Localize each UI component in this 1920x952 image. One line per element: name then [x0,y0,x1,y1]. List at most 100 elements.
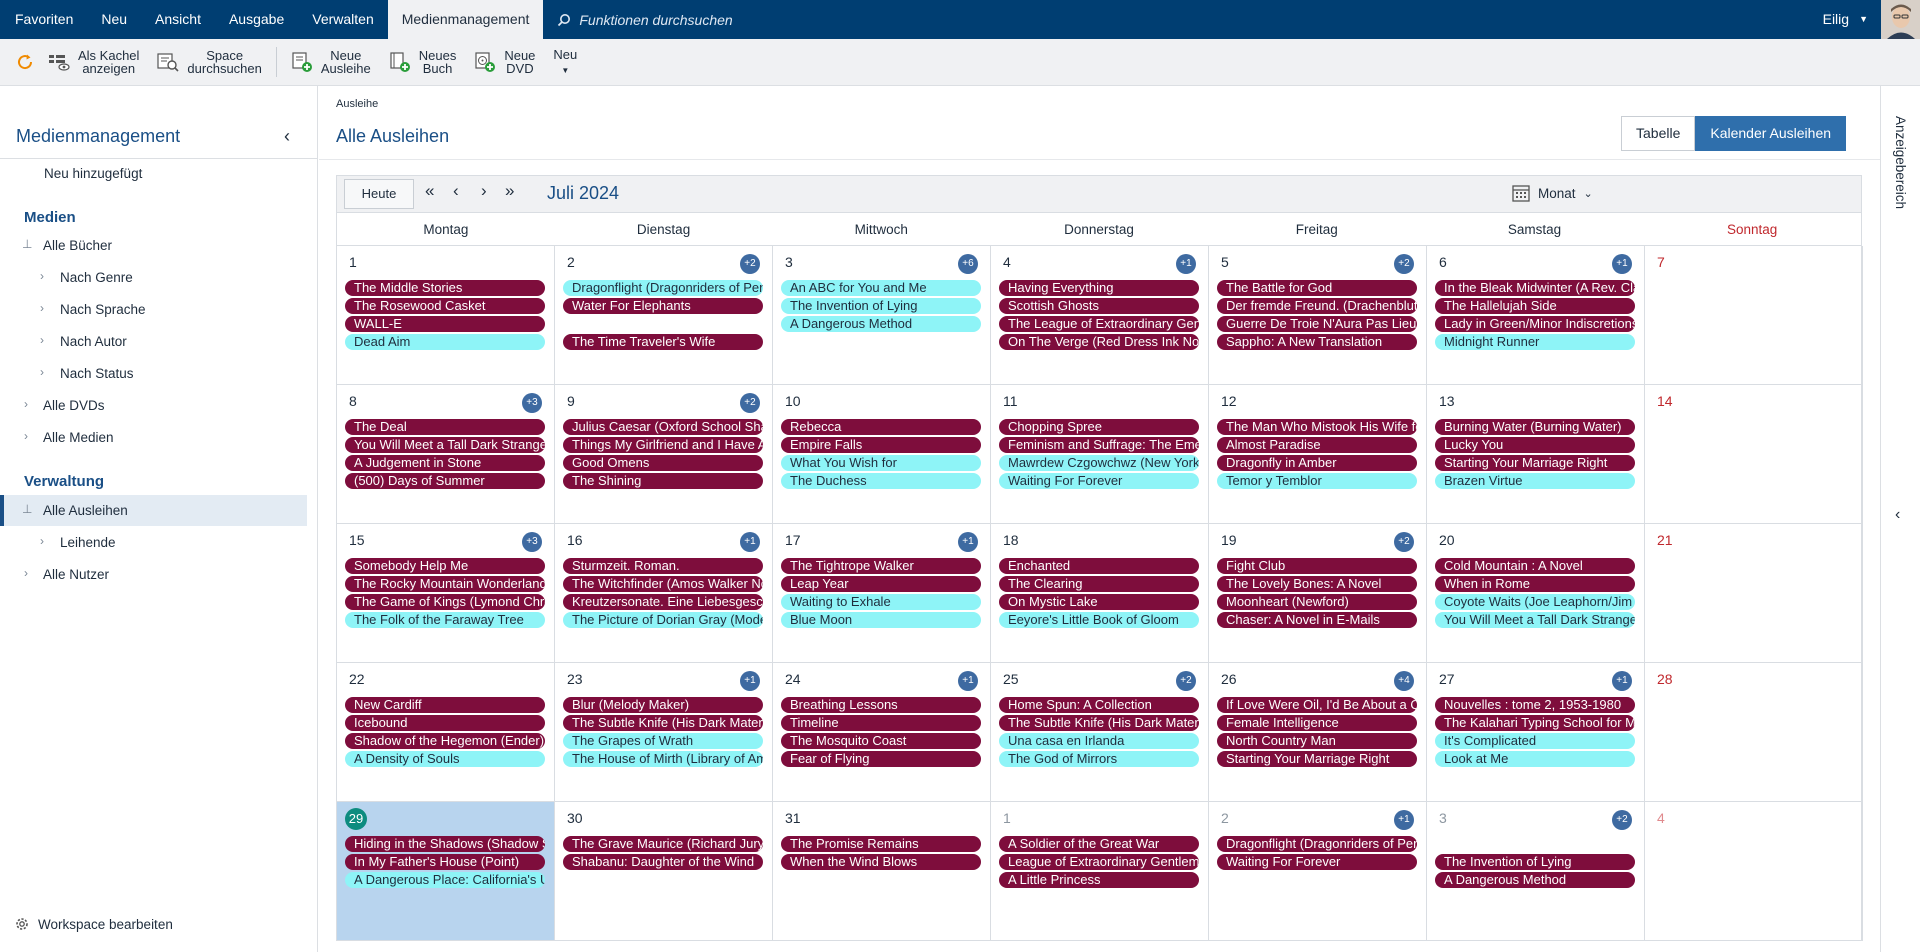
sidebar-item-all-media[interactable]: Alle Medien [43,430,114,445]
loan-event[interactable]: The Hallelujah Side [1435,298,1635,314]
loan-event[interactable]: Chaser: A Novel in E-Mails [1217,612,1417,628]
collapse-sidebar-icon[interactable]: ‹ [284,126,290,147]
loan-event[interactable]: Blur (Melody Maker) [563,697,763,713]
calendar-day-cell[interactable]: 15 +3 Somebody Help Me The Rocky Mountain W… [337,524,555,663]
sidebar-item-recent[interactable]: Neu hinzugefügt [44,166,142,181]
loan-event[interactable]: New Cardiff [345,697,545,713]
calendar-day-cell[interactable]: 2 +2 Dragonflight (Dragonriders of Pern) Wa… [555,246,773,385]
loan-event[interactable]: You Will Meet a Tall Dark Stranger [345,437,545,453]
loan-event[interactable]: Look at Me [1435,751,1635,767]
loan-event[interactable]: Enchanted [999,558,1199,574]
loan-event[interactable]: Good Omens [563,455,763,471]
loan-event[interactable]: Nouvelles : tome 2, 1953-1980 [1435,697,1635,713]
loan-event[interactable]: Empire Falls [781,437,981,453]
chevron-right-icon[interactable]: › [40,301,44,315]
calendar-day-cell[interactable]: 22 New Cardiff Icebound Shadow of the Hegem… [337,663,555,802]
loan-event[interactable]: WALL-E [345,316,545,332]
more-events-badge[interactable]: +2 [1176,671,1196,691]
loan-event[interactable]: (500) Days of Summer [345,473,545,489]
more-events-badge[interactable]: +2 [1612,810,1632,830]
loan-event[interactable]: Una casa en Irlanda [999,733,1199,749]
new-book-button[interactable]: Neues Buch [389,49,456,75]
calendar-day-cell[interactable]: 6 +1 In the Bleak Midwinter (A Rev. Clare … [1427,246,1645,385]
loan-event[interactable]: A Dangerous Method [781,316,981,332]
calendar-day-cell[interactable]: 23 +1 Blur (Melody Maker) The Subtle Knife … [555,663,773,802]
calendar-day-cell[interactable]: 31 The Promise Remains When the Wind Blows [773,802,991,941]
chevron-right-icon[interactable]: › [24,397,28,411]
chevron-right-icon[interactable]: › [40,269,44,283]
loan-event[interactable]: Icebound [345,715,545,731]
today-button[interactable]: Heute [344,179,414,209]
loan-event[interactable]: The Grave Maurice (Richard Jury Mysterie… [563,836,763,852]
sidebar-item-all-users[interactable]: Alle Nutzer [43,567,109,582]
loan-event[interactable]: Shadow of the Hegemon (Ender) [345,733,545,749]
loan-event[interactable]: The Tightrope Walker [781,558,981,574]
loan-event[interactable]: The Rosewood Casket [345,298,545,314]
loan-event[interactable]: Dragonfly in Amber [1217,455,1417,471]
loan-event[interactable]: Moonheart (Newford) [1217,594,1417,610]
sidebar-item-all-loans[interactable]: Alle Ausleihen [43,503,128,518]
chevron-right-icon[interactable]: › [40,534,44,548]
calendar-day-cell[interactable]: 21 [1645,524,1863,663]
loan-event[interactable]: The Folk of the Faraway Tree [345,612,545,628]
loan-event[interactable]: The God of Mirrors [999,751,1199,767]
calendar-day-cell[interactable]: 25 +2 Home Spun: A Collection The Subtle Kn… [991,663,1209,802]
loan-event[interactable]: The Invention of Lying [781,298,981,314]
chevron-right-icon[interactable]: › [40,333,44,347]
loan-event[interactable]: League of Extraordinary Gentlemen [999,854,1199,870]
more-events-badge[interactable]: +1 [740,671,760,691]
function-search[interactable]: Funktionen durchsuchen [557,12,733,28]
more-events-badge[interactable]: +1 [740,532,760,552]
loan-event[interactable]: Breathing Lessons [781,697,981,713]
loan-event[interactable]: It's Complicated [1435,733,1635,749]
loan-event[interactable]: Sappho: A New Translation [1217,334,1417,350]
top-nav-item[interactable]: Ausgabe [215,0,298,39]
calendar-day-cell[interactable]: 19 +2 Fight Club The Lovely Bones: A Novel M… [1209,524,1427,663]
sidebar-item-by-status[interactable]: Nach Status [60,366,134,381]
loan-event[interactable]: When the Wind Blows [781,854,981,870]
loan-event[interactable]: Rebecca [781,419,981,435]
loan-event[interactable]: Home Spun: A Collection [999,697,1199,713]
loan-event[interactable]: North Country Man [1217,733,1417,749]
sidebar-item-all-dvds[interactable]: Alle DVDs [43,398,105,413]
loan-event[interactable]: If Love Were Oil, I'd Be About a Quart L… [1217,697,1417,713]
tile-view-button[interactable]: Als Kachel anzeigen [48,49,139,75]
more-events-badge[interactable]: +2 [1394,254,1414,274]
calendar-day-cell[interactable]: 3 +2 The Invention of Lying A Dangerous Met… [1427,802,1645,941]
sidebar-item-by-language[interactable]: Nach Sprache [60,302,146,317]
calendar-day-cell[interactable]: 14 [1645,385,1863,524]
user-menu[interactable]: Eilig ▼ [1823,0,1868,39]
loan-event[interactable]: Hiding in the Shadows (Shadow Series) [345,836,545,852]
more-events-badge[interactable]: +2 [740,254,760,274]
calendar-day-cell[interactable]: 13 Burning Water (Burning Water) Lucky You… [1427,385,1645,524]
loan-event[interactable]: Almost Paradise [1217,437,1417,453]
tree-collapse-icon[interactable]: ⊥ [22,502,32,516]
calendar-day-cell[interactable]: 1 A Soldier of the Great War League of Ext… [991,802,1209,941]
more-events-badge[interactable]: +6 [958,254,978,274]
loan-event[interactable]: Lucky You [1435,437,1635,453]
sidebar-item-borrowers[interactable]: Leihende [60,535,116,550]
loan-event[interactable]: Water For Elephants [563,298,763,314]
loan-event[interactable]: Chopping Spree [999,419,1199,435]
calendar-day-cell[interactable]: 4 [1645,802,1863,941]
loan-event[interactable]: An ABC for You and Me [781,280,981,296]
top-nav-item[interactable]: Medienmanagement [387,0,544,39]
prev-year-icon[interactable]: « [425,181,434,201]
calendar-day-cell[interactable]: 20 Cold Mountain : A Novel When in Rome Coy… [1427,524,1645,663]
sidebar-item-by-genre[interactable]: Nach Genre [60,270,133,285]
calendar-day-cell[interactable]: 11 Chopping Spree Feminism and Suffrage: T… [991,385,1209,524]
calendar-day-cell[interactable]: 10 Rebecca Empire Falls What You Wish for Th… [773,385,991,524]
more-events-badge[interactable]: +1 [1176,254,1196,274]
loan-event[interactable]: The Picture of Dorian Gray (Modern Libra… [563,612,763,628]
loan-event[interactable]: Mawrdew Czgowchwz (New York Review) [999,455,1199,471]
tree-collapse-icon[interactable]: ⊥ [22,237,32,251]
loan-event[interactable]: A Judgement in Stone [345,455,545,471]
top-nav-item[interactable]: Ansicht [141,0,215,39]
loan-event[interactable]: Starting Your Marriage Right [1217,751,1417,767]
loan-event[interactable]: Midnight Runner [1435,334,1635,350]
calendar-day-cell[interactable]: 30 The Grave Maurice (Richard Jury Myster… [555,802,773,941]
loan-event[interactable]: The Lovely Bones: A Novel [1217,576,1417,592]
top-nav-item[interactable]: Favoriten [1,0,87,39]
loan-event[interactable]: The Clearing [999,576,1199,592]
loan-event[interactable]: A Little Princess [999,872,1199,888]
